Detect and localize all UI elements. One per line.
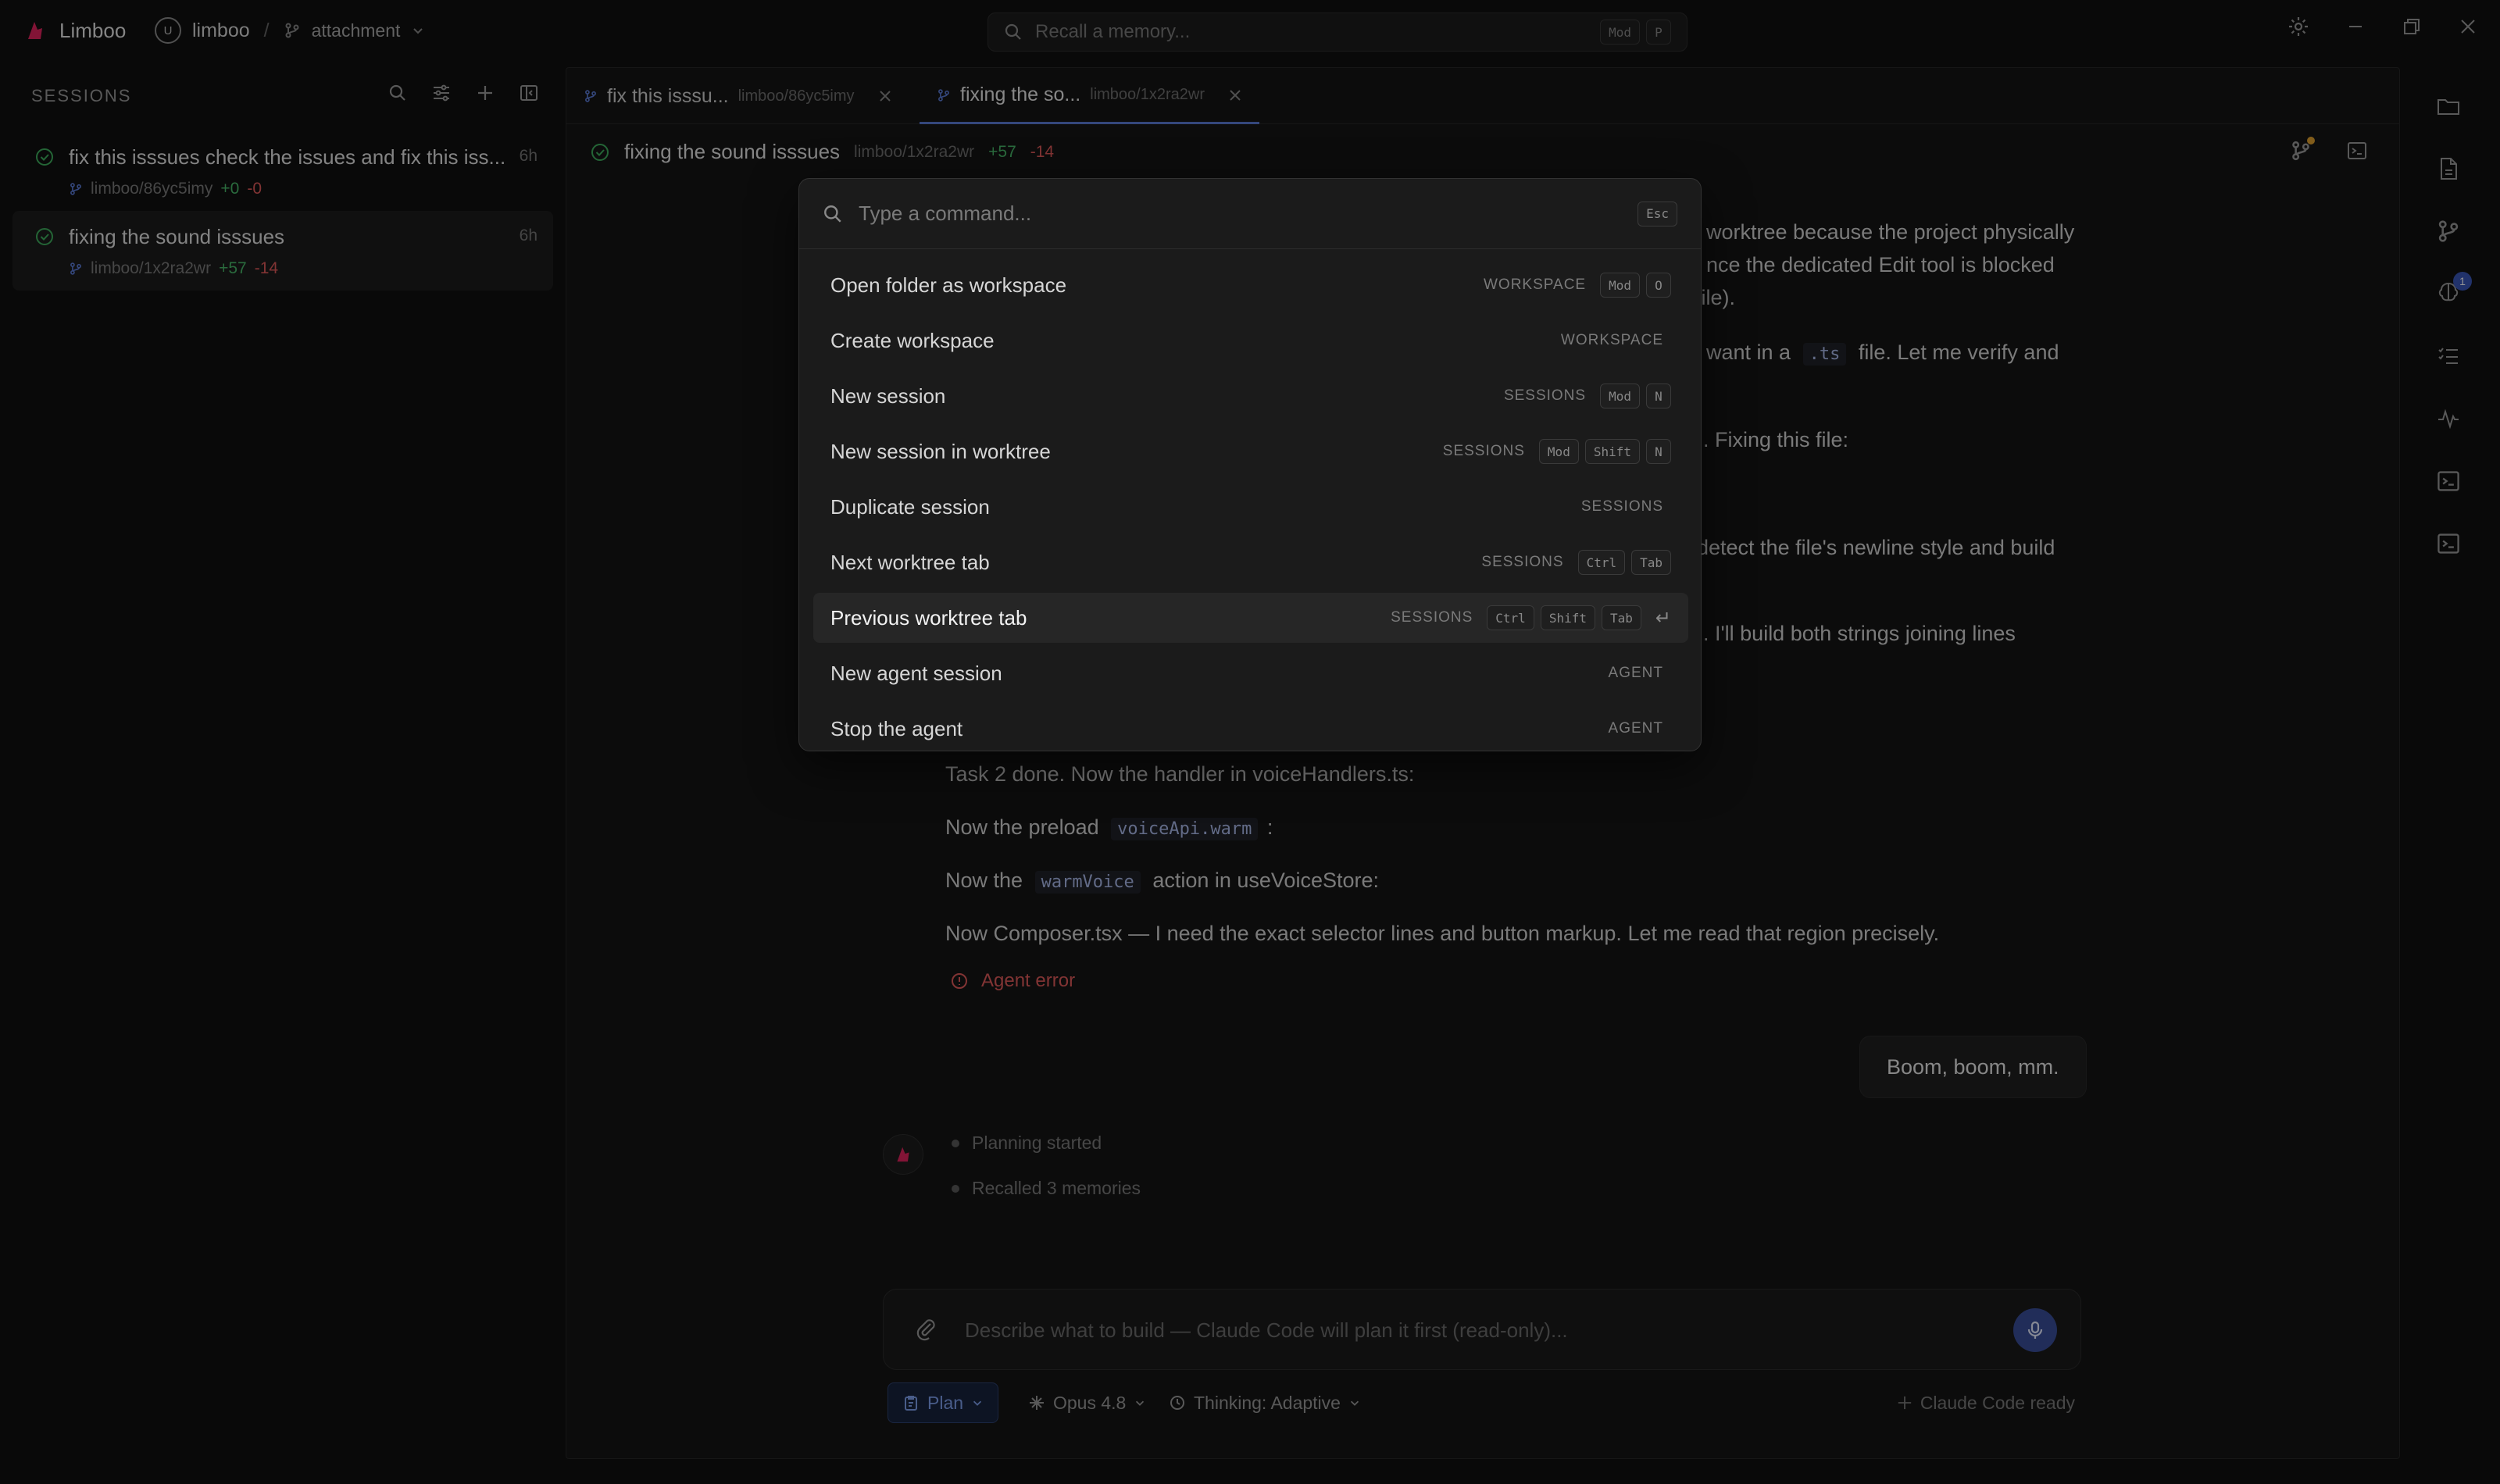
- command-item[interactable]: Open folder as workspace WORKSPACE Mod O: [813, 260, 1688, 310]
- command-label: New session in worktree: [830, 439, 1051, 463]
- command-item[interactable]: New session in worktree SESSIONS Mod Shi…: [813, 426, 1688, 476]
- shortcut-key: Tab: [1631, 550, 1671, 575]
- command-label: Create workspace: [830, 328, 995, 352]
- shortcut-key: Mod: [1600, 383, 1640, 408]
- command-palette: Esc Open folder as workspace WORKSPACE M…: [798, 178, 1702, 751]
- command-input[interactable]: [859, 202, 1632, 226]
- command-label: Open folder as workspace: [830, 273, 1067, 297]
- command-item[interactable]: New agent session AGENT: [813, 648, 1688, 698]
- shortcut-key: Mod: [1538, 439, 1579, 464]
- shortcut-key: O: [1646, 273, 1671, 298]
- command-category: SESSIONS: [1503, 387, 1587, 404]
- command-item[interactable]: Create workspace WORKSPACE: [813, 316, 1688, 366]
- shortcut-key: Ctrl: [1487, 605, 1534, 630]
- shortcut-key: N: [1646, 383, 1671, 408]
- command-category: SESSIONS: [1442, 443, 1525, 459]
- shortcut-key: Mod: [1600, 273, 1640, 298]
- command-category: AGENT: [1608, 665, 1663, 681]
- command-item[interactable]: Duplicate session SESSIONS: [813, 482, 1688, 532]
- command-item[interactable]: Next worktree tab SESSIONS Ctrl Tab: [813, 537, 1688, 587]
- escape-key[interactable]: Esc: [1638, 201, 1677, 227]
- enter-icon: ↵: [1655, 607, 1671, 629]
- shortcut-key: Shift: [1584, 439, 1640, 464]
- command-item[interactable]: Stop the agent AGENT: [813, 704, 1688, 751]
- command-label: New session: [830, 383, 946, 408]
- search-icon: [823, 204, 843, 224]
- shortcut-key: Tab: [1601, 605, 1641, 630]
- shortcut-key: Ctrl: [1577, 550, 1626, 575]
- command-label: Next worktree tab: [830, 550, 990, 574]
- command-category: AGENT: [1608, 720, 1663, 737]
- command-label: Stop the agent: [830, 716, 963, 740]
- command-label: Duplicate session: [830, 494, 990, 519]
- command-category: WORKSPACE: [1483, 276, 1587, 293]
- command-label: Previous worktree tab: [830, 605, 1027, 630]
- command-category: WORKSPACE: [1560, 332, 1663, 348]
- command-category: SESSIONS: [1481, 554, 1564, 570]
- command-search[interactable]: Esc: [799, 179, 1701, 249]
- shortcut-key: Shift: [1540, 605, 1595, 630]
- command-item[interactable]: New session SESSIONS Mod N: [813, 371, 1688, 421]
- command-label: New agent session: [830, 661, 1002, 685]
- command-category: SESSIONS: [1580, 498, 1663, 515]
- command-category: SESSIONS: [1391, 609, 1473, 626]
- shortcut-key: N: [1646, 439, 1671, 464]
- command-item-selected[interactable]: Previous worktree tab SESSIONS Ctrl Shif…: [813, 593, 1688, 643]
